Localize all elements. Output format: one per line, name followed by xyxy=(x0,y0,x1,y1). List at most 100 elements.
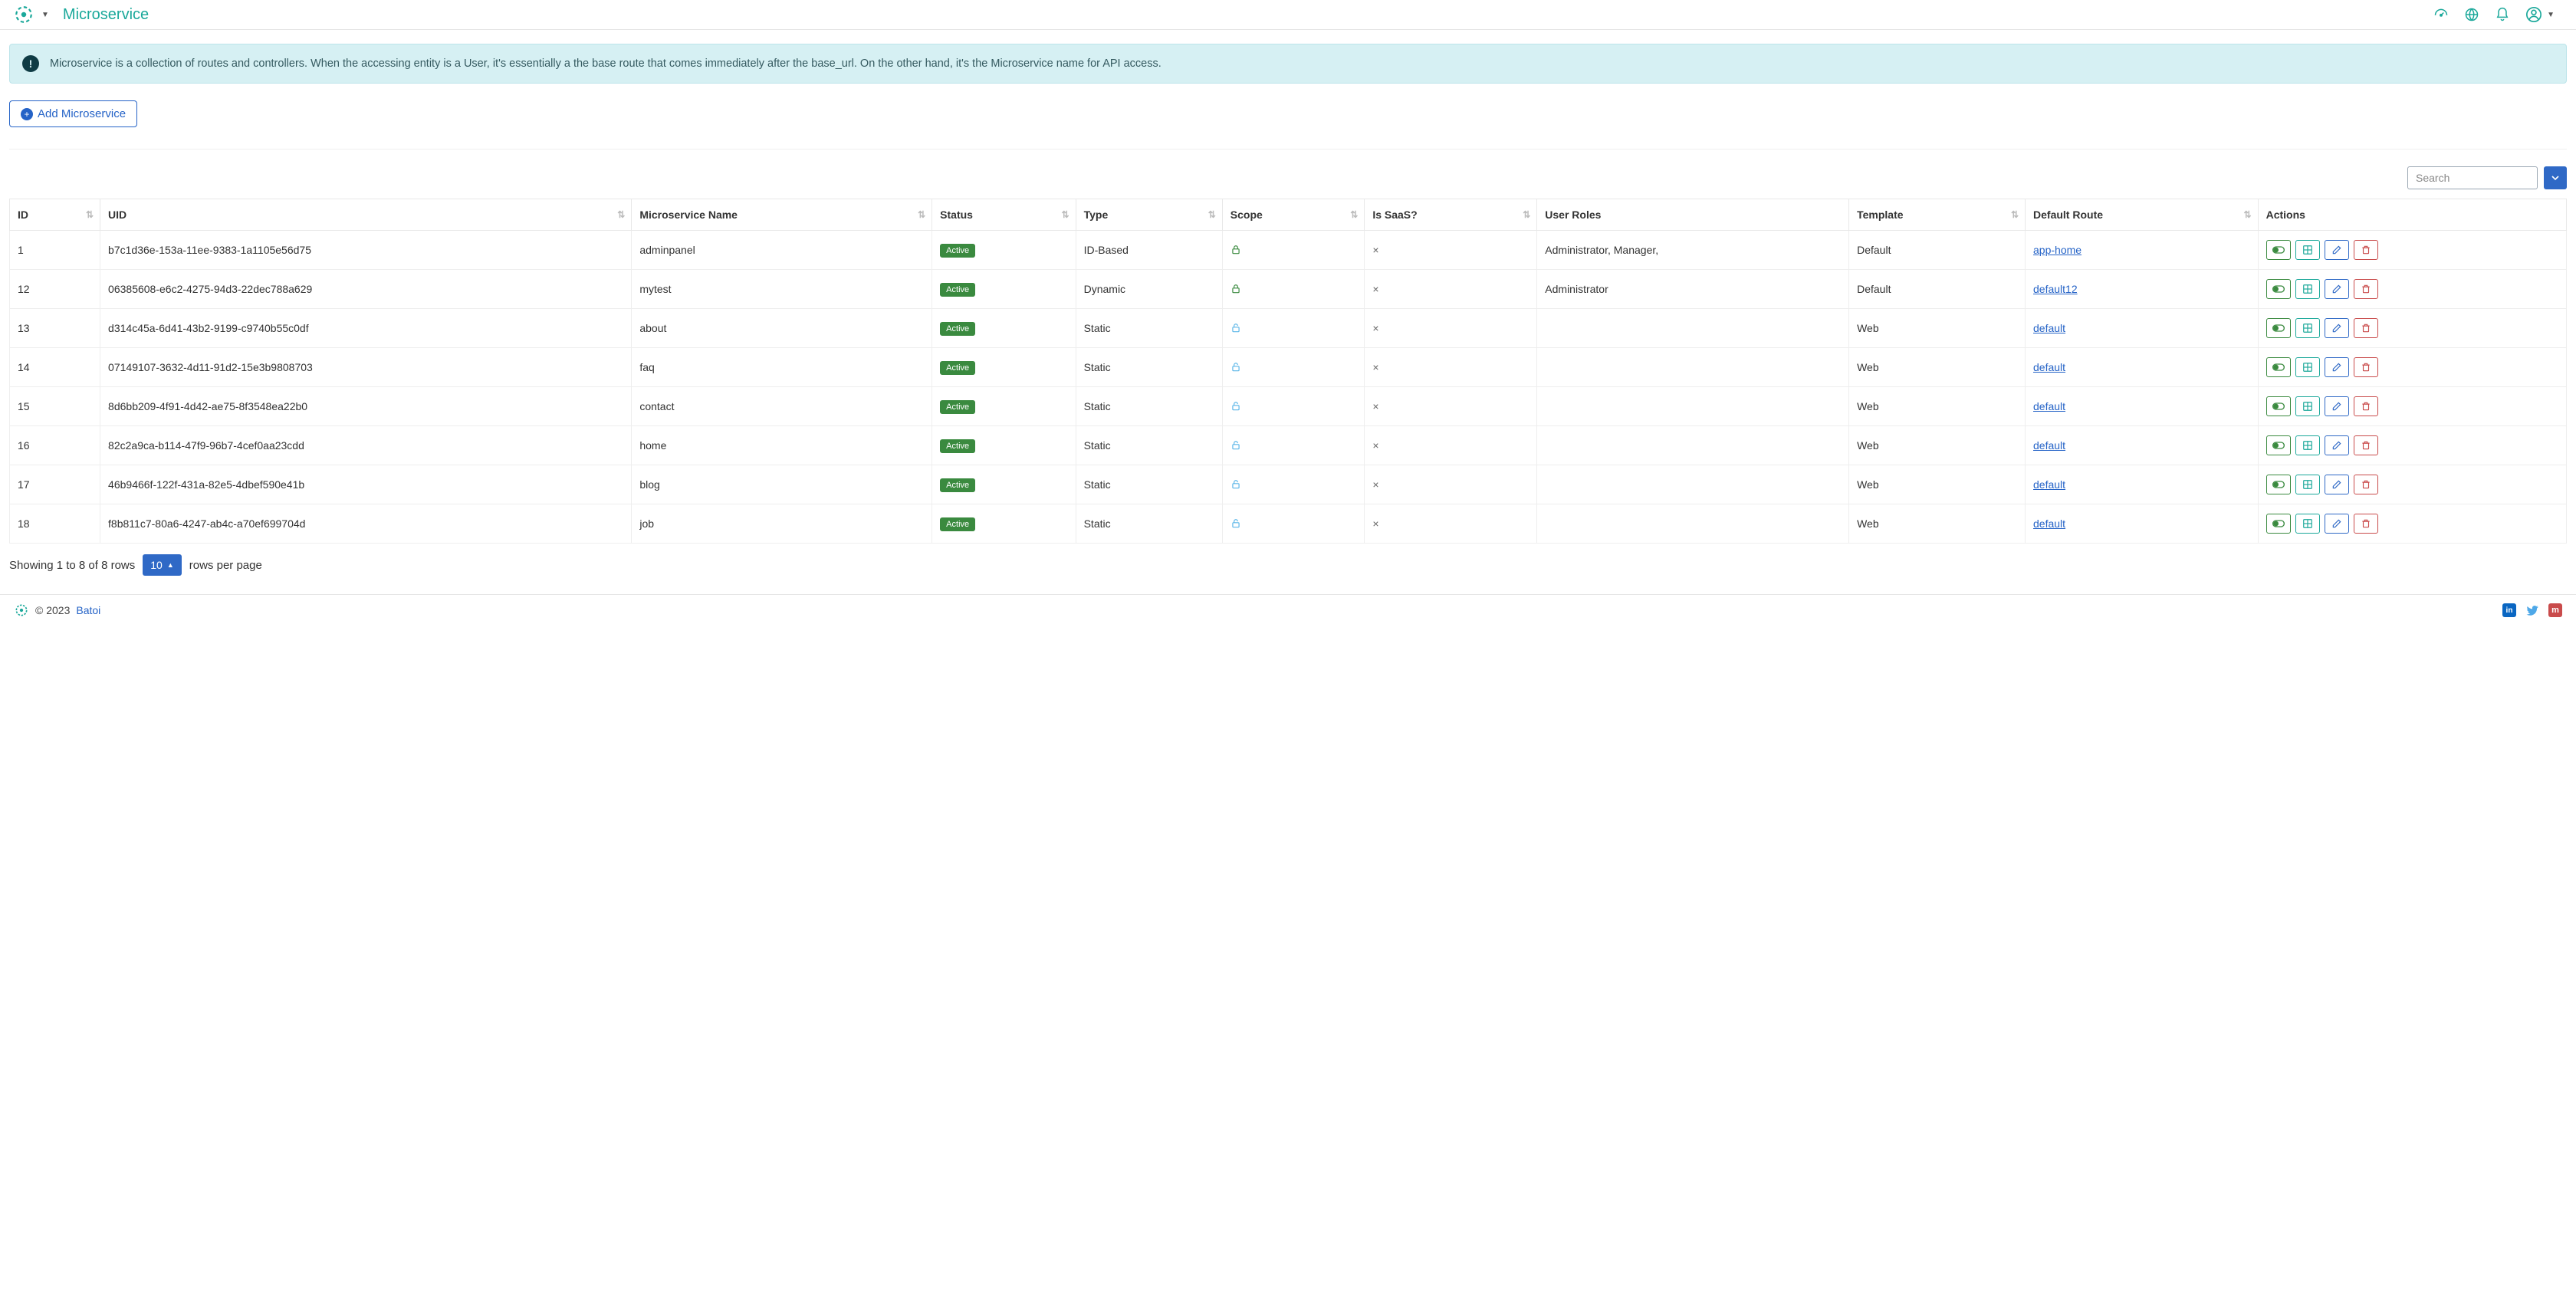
app-menu-caret-icon[interactable]: ▼ xyxy=(41,11,49,19)
cell-type: Static xyxy=(1076,504,1222,544)
app-logo-icon[interactable] xyxy=(14,5,34,25)
grid-action-button[interactable] xyxy=(2295,396,2320,416)
column-actions: Actions xyxy=(2258,199,2566,231)
default-route-link[interactable]: app-home xyxy=(2033,244,2082,256)
pagination-summary: Showing 1 to 8 of 8 rows xyxy=(9,559,135,572)
toggle-action-button[interactable] xyxy=(2266,279,2291,299)
default-route-link[interactable]: default xyxy=(2033,361,2065,373)
footer-brand-link[interactable]: Batoi xyxy=(76,604,100,616)
grid-action-button[interactable] xyxy=(2295,514,2320,534)
toggle-action-button[interactable] xyxy=(2266,475,2291,494)
bell-icon[interactable] xyxy=(2495,7,2510,22)
cell-status: Active xyxy=(932,426,1076,465)
default-route-link[interactable]: default xyxy=(2033,322,2065,334)
cell-is-saas: × xyxy=(1365,426,1537,465)
edit-action-button[interactable] xyxy=(2325,514,2349,534)
cell-type: Dynamic xyxy=(1076,270,1222,309)
delete-action-button[interactable] xyxy=(2354,514,2378,534)
grid-action-button[interactable] xyxy=(2295,435,2320,455)
cell-scope xyxy=(1222,309,1365,348)
cell-default-route: default xyxy=(2026,426,2259,465)
cell-template: Web xyxy=(1849,348,2026,387)
cell-is-saas: × xyxy=(1365,309,1537,348)
cell-user-roles: Administrator, Manager, xyxy=(1537,231,1849,270)
edit-action-button[interactable] xyxy=(2325,240,2349,260)
edit-action-button[interactable] xyxy=(2325,475,2349,494)
add-microservice-button[interactable]: + Add Microservice xyxy=(9,100,137,127)
globe-icon[interactable] xyxy=(2464,7,2479,22)
lock-open-icon xyxy=(1230,479,1357,490)
delete-action-button[interactable] xyxy=(2354,240,2378,260)
edit-action-button[interactable] xyxy=(2325,279,2349,299)
user-menu[interactable]: ▼ xyxy=(2525,6,2562,23)
cell-type: Static xyxy=(1076,465,1222,504)
delete-action-button[interactable] xyxy=(2354,475,2378,494)
delete-action-button[interactable] xyxy=(2354,357,2378,377)
cell-template: Default xyxy=(1849,270,2026,309)
cell-is-saas: × xyxy=(1365,504,1537,544)
grid-action-button[interactable] xyxy=(2295,475,2320,494)
search-input[interactable] xyxy=(2407,166,2538,189)
default-route-link[interactable]: default xyxy=(2033,439,2065,452)
toggle-action-button[interactable] xyxy=(2266,435,2291,455)
grid-action-button[interactable] xyxy=(2295,318,2320,338)
status-badge: Active xyxy=(940,322,975,336)
footer-bar: © 2023 Batoi in m xyxy=(0,594,2576,626)
cell-user-roles xyxy=(1537,426,1849,465)
edit-action-button[interactable] xyxy=(2325,357,2349,377)
status-badge: Active xyxy=(940,517,975,531)
column-user-roles[interactable]: User Roles xyxy=(1537,199,1849,231)
twitter-icon[interactable] xyxy=(2525,603,2539,617)
delete-action-button[interactable] xyxy=(2354,435,2378,455)
cell-name: about xyxy=(632,309,932,348)
toggle-action-button[interactable] xyxy=(2266,240,2291,260)
default-route-link[interactable]: default xyxy=(2033,478,2065,491)
cell-default-route: default xyxy=(2026,465,2259,504)
cell-type: ID-Based xyxy=(1076,231,1222,270)
dashboard-icon[interactable] xyxy=(2433,7,2449,22)
column-uid[interactable]: UID xyxy=(100,199,632,231)
grid-action-button[interactable] xyxy=(2295,279,2320,299)
column-id[interactable]: ID xyxy=(10,199,100,231)
edit-action-button[interactable] xyxy=(2325,396,2349,416)
cell-uid: 46b9466f-122f-431a-82e5-4dbef590e41b xyxy=(100,465,632,504)
rows-per-page-select[interactable]: 10 ▲ xyxy=(143,554,182,576)
cell-actions xyxy=(2258,426,2566,465)
toggle-action-button[interactable] xyxy=(2266,514,2291,534)
grid-action-button[interactable] xyxy=(2295,357,2320,377)
toggle-action-button[interactable] xyxy=(2266,318,2291,338)
default-route-link[interactable]: default12 xyxy=(2033,283,2078,295)
delete-action-button[interactable] xyxy=(2354,279,2378,299)
cell-type: Static xyxy=(1076,387,1222,426)
delete-action-button[interactable] xyxy=(2354,396,2378,416)
column-type[interactable]: Type xyxy=(1076,199,1222,231)
cell-actions xyxy=(2258,387,2566,426)
table-row: 12 06385608-e6c2-4275-94d3-22dec788a629 … xyxy=(10,270,2567,309)
column-scope[interactable]: Scope xyxy=(1222,199,1365,231)
delete-action-button[interactable] xyxy=(2354,318,2378,338)
cell-user-roles xyxy=(1537,309,1849,348)
linkedin-icon[interactable]: in xyxy=(2502,603,2516,617)
column-status[interactable]: Status xyxy=(932,199,1076,231)
edit-action-button[interactable] xyxy=(2325,435,2349,455)
cell-user-roles: Administrator xyxy=(1537,270,1849,309)
column-template[interactable]: Template xyxy=(1849,199,2026,231)
cell-is-saas: × xyxy=(1365,231,1537,270)
column-is-saas[interactable]: Is SaaS? xyxy=(1365,199,1537,231)
edit-action-button[interactable] xyxy=(2325,318,2349,338)
status-badge: Active xyxy=(940,283,975,297)
toggle-action-button[interactable] xyxy=(2266,357,2291,377)
table-options-dropdown[interactable] xyxy=(2544,166,2567,189)
cell-scope xyxy=(1222,387,1365,426)
default-route-link[interactable]: default xyxy=(2033,400,2065,412)
default-route-link[interactable]: default xyxy=(2033,517,2065,530)
column-name[interactable]: Microservice Name xyxy=(632,199,932,231)
cell-name: adminpanel xyxy=(632,231,932,270)
grid-action-button[interactable] xyxy=(2295,240,2320,260)
cell-id: 17 xyxy=(10,465,100,504)
toggle-action-button[interactable] xyxy=(2266,396,2291,416)
status-badge: Active xyxy=(940,439,975,453)
column-default-route[interactable]: Default Route xyxy=(2026,199,2259,231)
mastodon-icon[interactable]: m xyxy=(2548,603,2562,617)
cell-name: blog xyxy=(632,465,932,504)
